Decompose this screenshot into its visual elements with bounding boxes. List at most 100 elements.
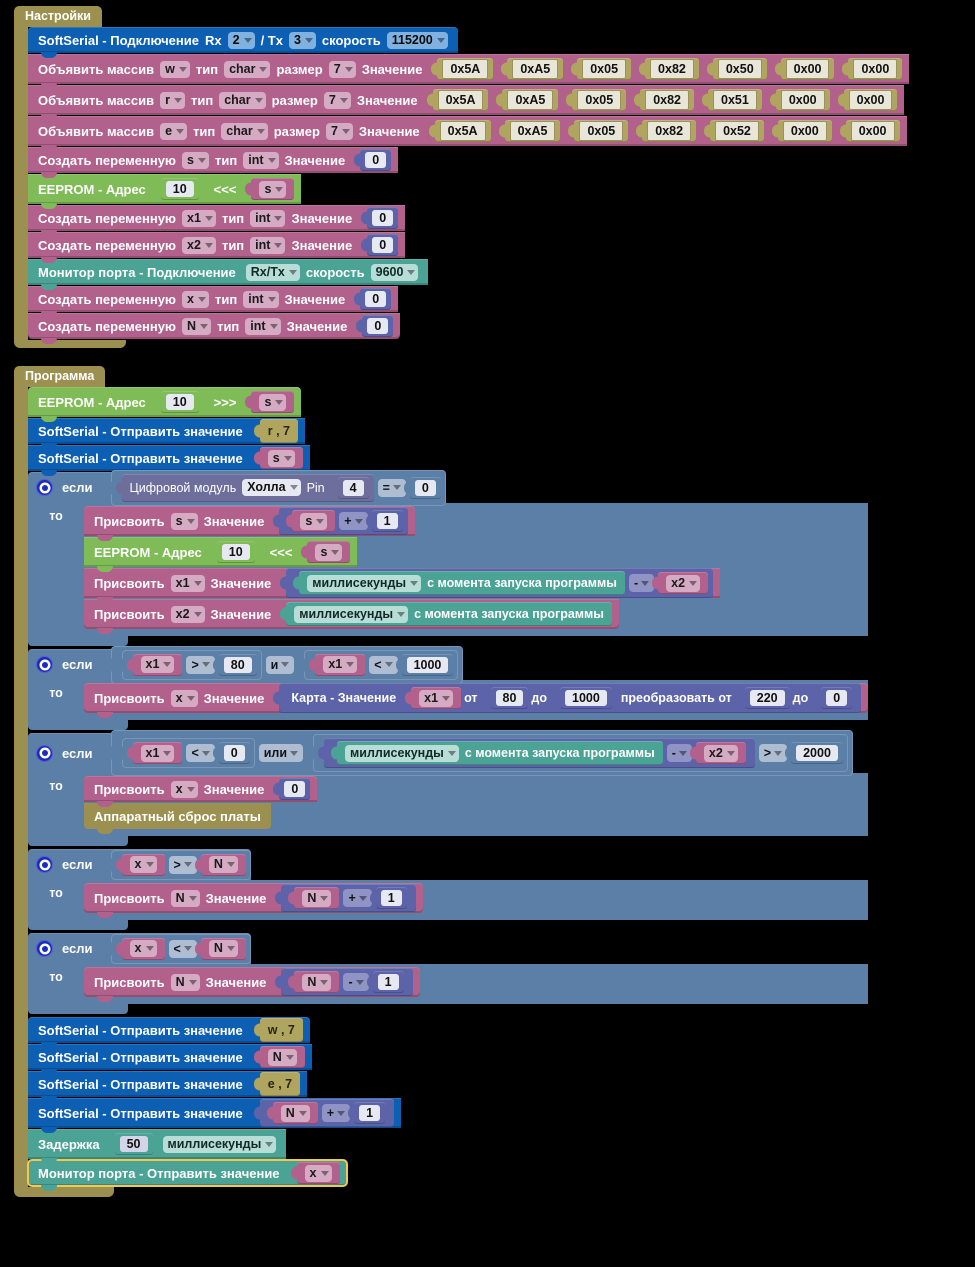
operand-b[interactable]: 1	[372, 971, 404, 993]
array-value-3[interactable]: 0x82	[645, 58, 699, 80]
comparison-operator[interactable]: <	[369, 655, 398, 674]
field-var[interactable]: N	[208, 856, 238, 873]
program-tab-label[interactable]: Программа	[14, 366, 106, 387]
block-eeprom-read[interactable]: EEPROM - Адрес 10 >>> s	[28, 387, 302, 422]
field-array-type[interactable]: char	[221, 122, 268, 140]
array-value-2[interactable]: 0x05	[577, 58, 632, 80]
field-var[interactable]: x	[129, 940, 157, 957]
block-create-var-x2[interactable]: Создать переменную x2 тип int Значение 0	[28, 232, 406, 263]
field-array-type[interactable]: char	[224, 60, 271, 78]
send-value-socket[interactable]: s	[259, 447, 303, 469]
arith-operator[interactable]: +	[343, 889, 372, 907]
array-value-1[interactable]: 0xA5	[504, 120, 561, 142]
block-assign-N-inc[interactable]: Присвоить N Значение N + 1	[84, 883, 423, 918]
field-array-size[interactable]: 7	[328, 60, 356, 78]
millis-block[interactable]: миллисекунды с момента запуска программы	[286, 602, 612, 626]
field-time-unit[interactable]: миллисекунды	[345, 744, 459, 762]
send-value-socket[interactable]: w , 7	[259, 1018, 303, 1042]
block-softserial-send-e[interactable]: SoftSerial - Отправить значение e , 7	[28, 1071, 308, 1102]
if-1-header[interactable]: если Цифровой модуль Холла Pin 4 = 0	[28, 469, 446, 506]
millis-block[interactable]: миллисекунды с момента запуска программы	[299, 571, 625, 595]
settings-tab-label[interactable]: Настройки	[14, 6, 102, 27]
gear-icon[interactable]	[36, 744, 53, 762]
gear-icon[interactable]	[36, 479, 53, 496]
gear-icon[interactable]	[36, 656, 53, 673]
field-var-type[interactable]: int	[245, 317, 281, 335]
field-var[interactable]: x1	[419, 689, 454, 707]
field-array-name[interactable]: w	[160, 60, 190, 78]
field-assign-target[interactable]: x	[170, 689, 198, 707]
map-conv-from[interactable]: 220	[744, 687, 790, 709]
logic-joiner[interactable]: или	[258, 744, 304, 762]
eeprom-address-socket[interactable]: 10	[160, 391, 199, 413]
millis-block[interactable]: миллисекунды с момента запуска программы	[337, 741, 663, 765]
var-init-value[interactable]: 0	[360, 288, 392, 310]
field-monitor-speed[interactable]: 9600	[370, 263, 419, 281]
block-assign-N-dec[interactable]: Присвоить N Значение N - 1	[84, 967, 420, 1002]
field-var[interactable]: s	[259, 393, 287, 411]
operand-b[interactable]: 1	[371, 510, 403, 532]
delay-value-socket[interactable]: 50	[114, 1133, 153, 1155]
comparison-operator[interactable]: >	[758, 744, 788, 762]
compare-left[interactable]: x1 > 80	[121, 649, 262, 680]
field-var[interactable]: s	[315, 543, 343, 561]
arith-expression[interactable]: N + 1	[259, 1099, 395, 1127]
comparison-operator[interactable]: >	[186, 655, 215, 674]
eeprom-address-socket[interactable]: 10	[216, 541, 255, 563]
field-var-type[interactable]: int	[243, 151, 279, 169]
array-value-0[interactable]: 0x5A	[437, 58, 494, 80]
field-var[interactable]: x2	[703, 744, 738, 762]
var-init-value[interactable]: 0	[367, 207, 399, 229]
operand-a[interactable]: x	[121, 937, 165, 960]
var-init-value[interactable]: 0	[362, 315, 394, 337]
eeprom-address-socket[interactable]: 10	[160, 178, 199, 200]
field-rx-pin[interactable]: 2	[227, 31, 255, 49]
array-value-4[interactable]: 0x50	[712, 58, 767, 80]
block-eeprom-write[interactable]: EEPROM - Адрес 10 <<< s	[28, 174, 302, 209]
arith-operator[interactable]: -	[343, 973, 369, 991]
if-2-header[interactable]: если x1 > 80 и x1 < 1000	[28, 645, 464, 684]
compare-right[interactable]: x1 < 1000	[304, 649, 459, 680]
comparison-operator[interactable]: <	[186, 744, 215, 762]
block-create-var-x1[interactable]: Создать переменную x1 тип int Значение 0	[28, 205, 406, 236]
operand-a[interactable]: x1	[315, 653, 366, 676]
array-value-6[interactable]: 0x00	[843, 89, 898, 111]
block-softserial-send-N[interactable]: SoftSerial - Отправить значение N	[28, 1044, 312, 1075]
comparison-operator[interactable]: <	[168, 939, 197, 958]
if-3-header[interactable]: если x1 < 0 или миллисекунды с момента з…	[28, 730, 853, 776]
if-5-header[interactable]: если x < N	[28, 933, 251, 964]
operand-a[interactable]: N	[272, 1102, 318, 1124]
logic-joiner[interactable]: и	[265, 655, 295, 674]
field-tx-pin[interactable]: 3	[288, 31, 316, 49]
field-array-size[interactable]: 7	[325, 122, 353, 140]
array-value-0[interactable]: 0x5A	[432, 89, 489, 111]
compare-value[interactable]: 2000	[791, 742, 843, 764]
operand-b[interactable]: 0	[218, 742, 250, 764]
send-value-socket[interactable]: N	[259, 1046, 305, 1068]
block-assign-s[interactable]: Присвоить s Значение s + 1	[84, 506, 415, 541]
field-var[interactable]: x	[304, 1164, 332, 1182]
array-value-4[interactable]: 0x51	[708, 89, 762, 111]
operand-a[interactable]: s	[292, 510, 336, 532]
operand-b[interactable]: 1	[354, 1102, 386, 1124]
array-value-3[interactable]: 0x82	[640, 89, 694, 111]
block-board-reset[interactable]: Аппаратный сброс платы	[84, 803, 271, 834]
array-value-2[interactable]: 0x05	[572, 89, 627, 111]
gear-icon[interactable]	[36, 940, 53, 957]
block-if-5[interactable]: если x < N то Присвоить N Значение N - 1	[28, 933, 869, 1014]
operand-b[interactable]: N	[200, 853, 246, 876]
map-to[interactable]: 1000	[560, 687, 612, 709]
field-var[interactable]: N	[280, 1104, 310, 1122]
operand-b[interactable]: x2	[695, 742, 746, 764]
field-var[interactable]: s	[300, 512, 328, 530]
field-port[interactable]: Rx/Tx	[245, 263, 300, 281]
field-assign-target[interactable]: x	[170, 780, 198, 798]
pin-socket[interactable]: 4	[337, 476, 369, 499]
block-assign-x-map[interactable]: Присвоить x Значение Карта - Значение x1…	[84, 683, 869, 718]
settings-container[interactable]: Настройки SoftSerial - Подключение Rx 2 …	[14, 6, 910, 348]
arith-expression[interactable]: миллисекунды с момента запуска программы…	[286, 568, 714, 598]
digital-module-block[interactable]: Цифровой модуль Холла Pin 4	[121, 473, 374, 502]
compare-right[interactable]: миллисекунды с момента запуска программы…	[313, 734, 848, 772]
field-array-name[interactable]: r	[160, 91, 185, 109]
field-var-name[interactable]: x1	[182, 209, 216, 227]
